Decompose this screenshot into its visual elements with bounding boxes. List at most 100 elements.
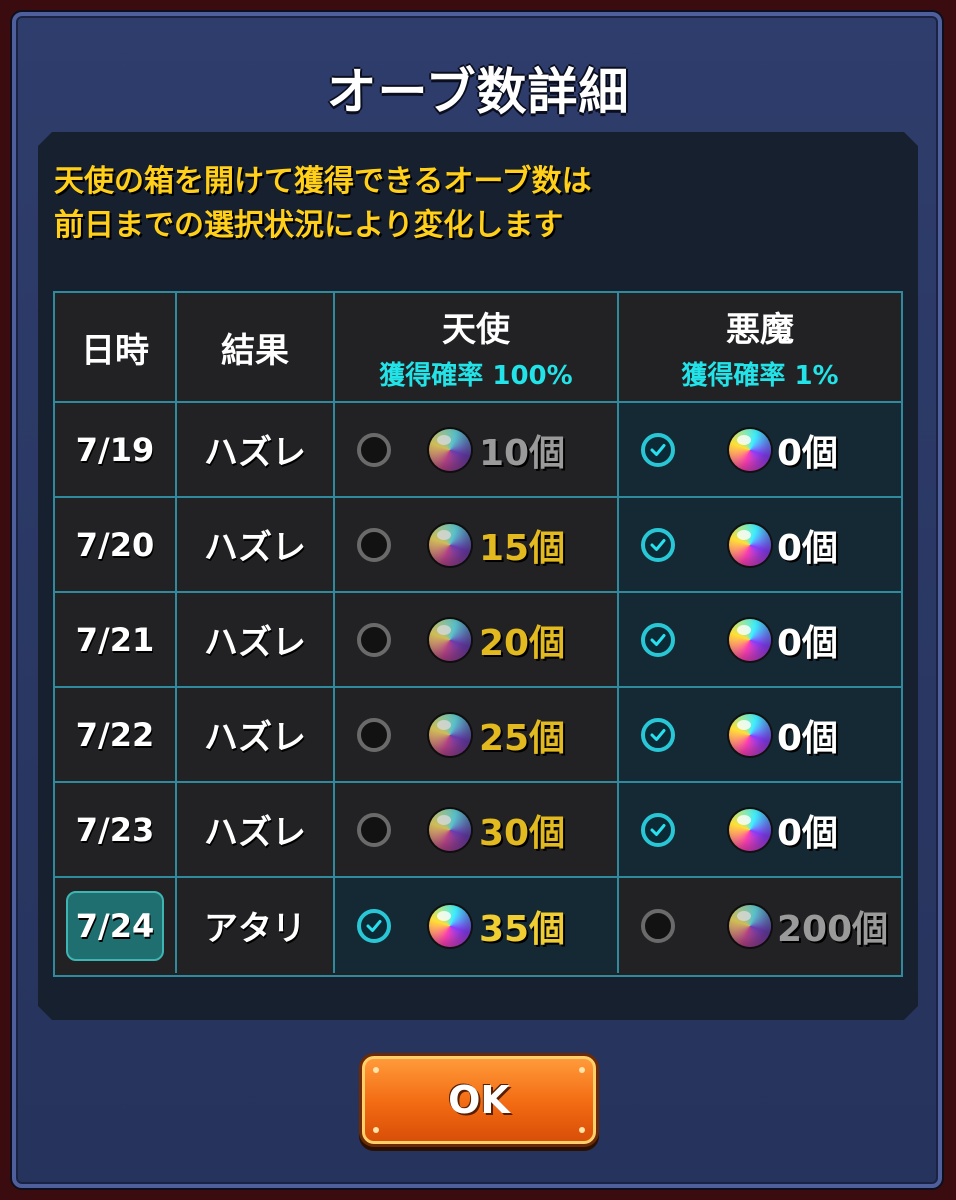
angel-orb-count: 15個 bbox=[479, 527, 566, 569]
result-cell: ハズレ bbox=[177, 688, 335, 781]
table-header-row: 日時 結果 天使 獲得確率 100% 悪魔 獲得確率 1% bbox=[55, 293, 901, 403]
notice-line-2: 前日までの選択状況により変化します bbox=[54, 208, 564, 243]
dialog-title: オーブ数詳細 bbox=[326, 63, 630, 121]
check-icon bbox=[650, 728, 666, 741]
row-result: アタリ bbox=[204, 909, 306, 949]
angel-choice-cell: 30個 bbox=[335, 783, 619, 876]
header-angel: 天使 獲得確率 100% bbox=[335, 293, 619, 401]
orb-icon bbox=[429, 713, 471, 756]
rivet-icon bbox=[579, 1067, 585, 1073]
radio-checked-icon bbox=[641, 432, 675, 467]
header-devil: 悪魔 獲得確率 1% bbox=[619, 293, 901, 401]
radio-unchecked-icon bbox=[357, 622, 391, 657]
rivet-icon bbox=[579, 1127, 585, 1133]
orb-icon bbox=[729, 904, 771, 947]
table-row: 7/23 ハズレ 30個 0個 bbox=[55, 783, 901, 878]
angel-choice-cell: 15個 bbox=[335, 498, 619, 591]
result-cell: ハズレ bbox=[177, 403, 335, 496]
ok-button-label: OK bbox=[448, 1078, 510, 1122]
row-result: ハズレ bbox=[204, 813, 306, 853]
devil-choice-cell: 0個 bbox=[619, 498, 901, 591]
table-row: 7/20 ハズレ 15個 0個 bbox=[55, 498, 901, 593]
orb-icon bbox=[729, 618, 771, 661]
orb-icon bbox=[729, 808, 771, 851]
angel-choice-cell: 20個 bbox=[335, 593, 619, 686]
row-result: ハズレ bbox=[204, 623, 306, 663]
row-result: ハズレ bbox=[204, 718, 306, 758]
date-cell: 7/23 bbox=[55, 783, 177, 876]
row-date: 7/20 bbox=[75, 525, 155, 564]
table-row: 7/21 ハズレ 20個 0個 bbox=[55, 593, 901, 688]
result-cell: アタリ bbox=[177, 878, 335, 973]
check-icon bbox=[650, 823, 666, 836]
row-result: ハズレ bbox=[204, 528, 306, 568]
header-date: 日時 bbox=[55, 293, 177, 401]
devil-orb-count: 0個 bbox=[777, 622, 839, 664]
date-cell: 7/19 bbox=[55, 403, 177, 496]
check-icon bbox=[650, 633, 666, 646]
orb-icon bbox=[429, 618, 471, 661]
angel-choice-cell: 35個 bbox=[335, 878, 619, 973]
devil-choice-cell: 200個 bbox=[619, 878, 901, 973]
row-date: 7/23 bbox=[75, 810, 155, 849]
header-angel-label: 天使 bbox=[442, 310, 510, 350]
ok-button[interactable]: OK bbox=[362, 1056, 596, 1144]
radio-checked-icon bbox=[641, 717, 675, 752]
row-date: 7/21 bbox=[75, 620, 155, 659]
orb-icon bbox=[429, 523, 471, 566]
notice-text: 天使の箱を開けて獲得できるオーブ数は 前日までの選択状況により変化します bbox=[54, 160, 914, 248]
date-cell: 7/20 bbox=[55, 498, 177, 591]
date-cell: 7/24 bbox=[55, 878, 177, 973]
rivet-icon bbox=[373, 1067, 379, 1073]
result-cell: ハズレ bbox=[177, 593, 335, 686]
row-date: 7/22 bbox=[75, 715, 155, 754]
radio-checked-icon bbox=[641, 812, 675, 847]
devil-choice-cell: 0個 bbox=[619, 783, 901, 876]
check-icon bbox=[366, 919, 382, 932]
row-date: 7/24 bbox=[75, 906, 155, 945]
orb-icon bbox=[729, 428, 771, 471]
devil-choice-cell: 0個 bbox=[619, 403, 901, 496]
date-cell: 7/21 bbox=[55, 593, 177, 686]
radio-unchecked-icon bbox=[357, 527, 391, 562]
row-date: 7/19 bbox=[75, 430, 155, 469]
angel-choice-cell: 25個 bbox=[335, 688, 619, 781]
table-row: 7/24 アタリ 35個 200個 bbox=[55, 878, 901, 973]
angel-orb-count: 30個 bbox=[479, 812, 566, 854]
devil-orb-count: 200個 bbox=[777, 908, 889, 950]
row-result: ハズレ bbox=[204, 433, 306, 473]
header-date-label: 日時 bbox=[81, 330, 149, 371]
check-icon bbox=[650, 538, 666, 551]
angel-orb-count: 35個 bbox=[479, 908, 566, 950]
radio-checked-icon bbox=[357, 908, 391, 943]
devil-orb-count: 0個 bbox=[777, 527, 839, 569]
header-devil-label: 悪魔 bbox=[726, 310, 794, 350]
radio-unchecked-icon bbox=[357, 432, 391, 467]
orb-icon bbox=[429, 904, 471, 947]
result-cell: ハズレ bbox=[177, 498, 335, 591]
devil-choice-cell: 0個 bbox=[619, 593, 901, 686]
orb-icon bbox=[429, 428, 471, 471]
rivet-icon bbox=[373, 1127, 379, 1133]
devil-orb-count: 0個 bbox=[777, 432, 839, 474]
radio-unchecked-icon bbox=[641, 908, 675, 943]
devil-orb-count: 0個 bbox=[777, 812, 839, 854]
today-date-highlight: 7/24 bbox=[66, 890, 164, 961]
angel-orb-count: 10個 bbox=[479, 432, 566, 474]
notice-line-1: 天使の箱を開けて獲得できるオーブ数は bbox=[54, 164, 592, 199]
radio-checked-icon bbox=[641, 527, 675, 562]
check-icon bbox=[650, 443, 666, 456]
angel-orb-count: 20個 bbox=[479, 622, 566, 664]
radio-unchecked-icon bbox=[357, 717, 391, 752]
orb-icon bbox=[429, 808, 471, 851]
result-cell: ハズレ bbox=[177, 783, 335, 876]
table-row: 7/22 ハズレ 25個 0個 bbox=[55, 688, 901, 783]
angel-rate-label: 獲得確率 100% bbox=[379, 361, 573, 391]
header-result-label: 結果 bbox=[221, 330, 289, 371]
radio-unchecked-icon bbox=[357, 812, 391, 847]
date-cell: 7/22 bbox=[55, 688, 177, 781]
orb-icon bbox=[729, 523, 771, 566]
devil-choice-cell: 0個 bbox=[619, 688, 901, 781]
table-row: 7/19 ハズレ 10個 0個 bbox=[55, 403, 901, 498]
devil-orb-count: 0個 bbox=[777, 717, 839, 759]
